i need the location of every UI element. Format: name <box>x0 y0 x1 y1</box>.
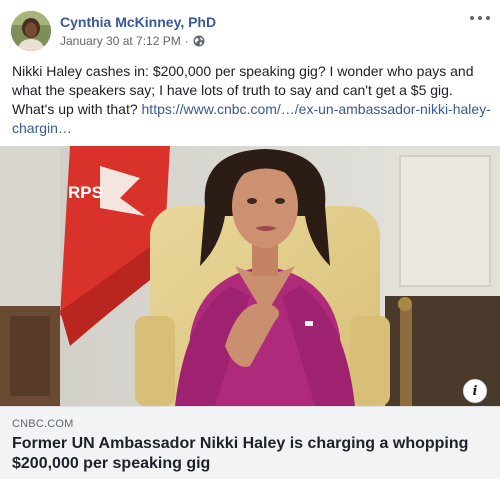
more-dot <box>486 16 490 20</box>
post-timestamp[interactable]: January 30 at 7:12 PM <box>60 34 181 48</box>
link-preview-caption[interactable]: CNBC.COM Former UN Ambassador Nikki Hale… <box>0 406 500 479</box>
more-dot <box>478 16 482 20</box>
link-preview-image[interactable]: RPS i <box>0 146 500 406</box>
info-icon[interactable]: i <box>463 379 487 403</box>
post-message: Nikki Haley cashes in: $200,000 per spea… <box>12 62 492 138</box>
link-domain: CNBC.COM <box>12 418 74 430</box>
flag-banner-text: RPS <box>68 183 103 202</box>
link-headline[interactable]: Former UN Ambassador Nikki Haley is char… <box>12 434 488 474</box>
news-photo: RPS <box>0 146 500 406</box>
meta-separator: · <box>184 34 189 48</box>
more-dot <box>470 16 474 20</box>
more-options-icon[interactable] <box>470 10 490 26</box>
author-name-link[interactable]: Cynthia McKinney, PhD <box>60 14 216 30</box>
globe-icon[interactable] <box>193 35 205 47</box>
author-avatar[interactable] <box>11 11 51 51</box>
post-meta: January 30 at 7:12 PM · <box>60 34 205 48</box>
post-header: Cynthia McKinney, PhD January 30 at 7:12… <box>0 0 500 60</box>
